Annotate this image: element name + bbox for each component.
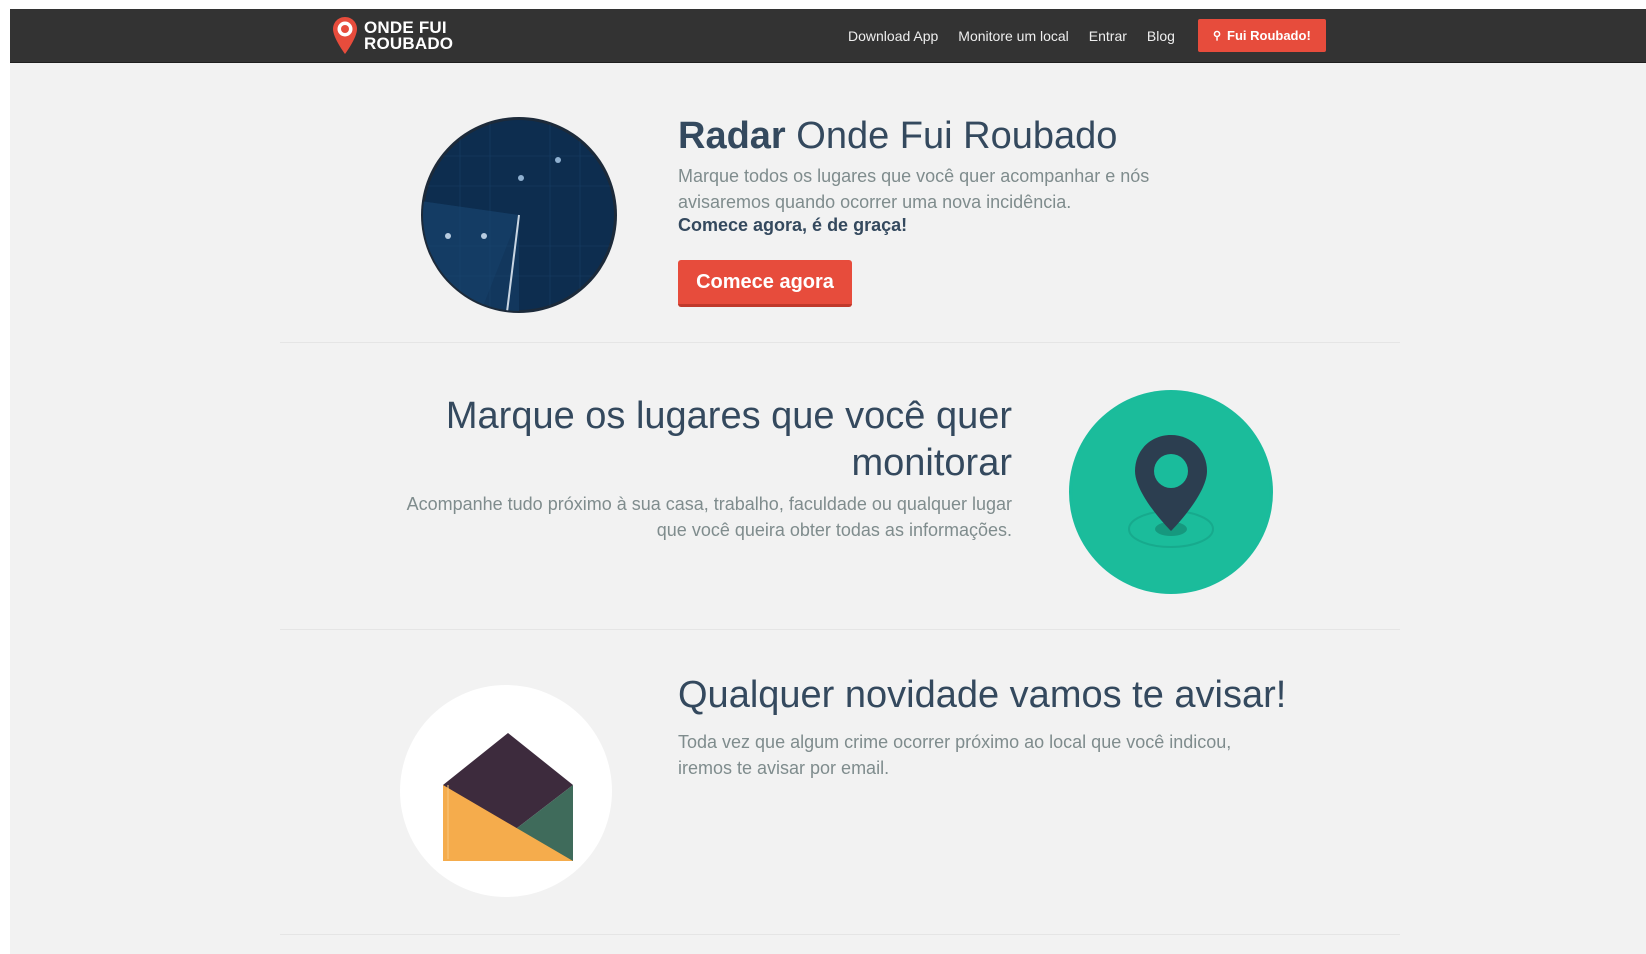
page: ONDE FUI ROUBADO Download App Monitore u… [10, 9, 1646, 954]
section-divider [280, 342, 1400, 343]
brand-logo[interactable]: ONDE FUI ROUBADO [332, 14, 453, 58]
logo-pin-icon [333, 17, 357, 54]
section-divider [280, 934, 1400, 935]
monitor-title: Marque os lugares que você quer monitora… [445, 395, 1012, 484]
logo-text: ONDE FUI ROUBADO [364, 19, 454, 53]
fui-roubado-button[interactable]: ⚲ Fui Roubado! [1197, 19, 1326, 52]
hero-title-light: Onde Fui Roubado [796, 115, 1118, 157]
hero-title-bold: Radar [678, 115, 786, 157]
fui-roubado-label: Fui Roubado! [1227, 28, 1311, 43]
radar-icon [421, 117, 617, 313]
hero-emphasis: Comece agora, é de graça! [678, 215, 908, 235]
monitor-description: Acompanhe tudo próximo à sua casa, traba… [406, 494, 1012, 540]
nav-link-monitore-local[interactable]: Monitore um local [958, 28, 1069, 44]
notify-title: Qualquer novidade vamos te avisar! [678, 674, 1287, 716]
map-pin-icon: ⚲ [1212, 30, 1222, 42]
notify-description: Toda vez que algum crime ocorrer próximo… [678, 732, 1232, 778]
navbar: ONDE FUI ROUBADO Download App Monitore u… [10, 9, 1646, 63]
nav-link-entrar[interactable]: Entrar [1089, 28, 1127, 44]
logo-line-2: ROUBADO [364, 34, 454, 53]
hero-title: Radar Onde Fui Roubado [678, 114, 1117, 158]
nav-link-download-app[interactable]: Download App [848, 28, 938, 44]
nav-links: Download App Monitore um local Entrar Bl… [848, 9, 1326, 62]
hero-description: Marque todos os lugares que você quer ac… [678, 166, 1150, 212]
envelope-icon [400, 685, 612, 897]
nav-link-blog[interactable]: Blog [1147, 28, 1175, 44]
section-divider [280, 629, 1400, 630]
location-pin-icon [1069, 390, 1273, 594]
comece-agora-button[interactable]: Comece agora [678, 260, 852, 307]
